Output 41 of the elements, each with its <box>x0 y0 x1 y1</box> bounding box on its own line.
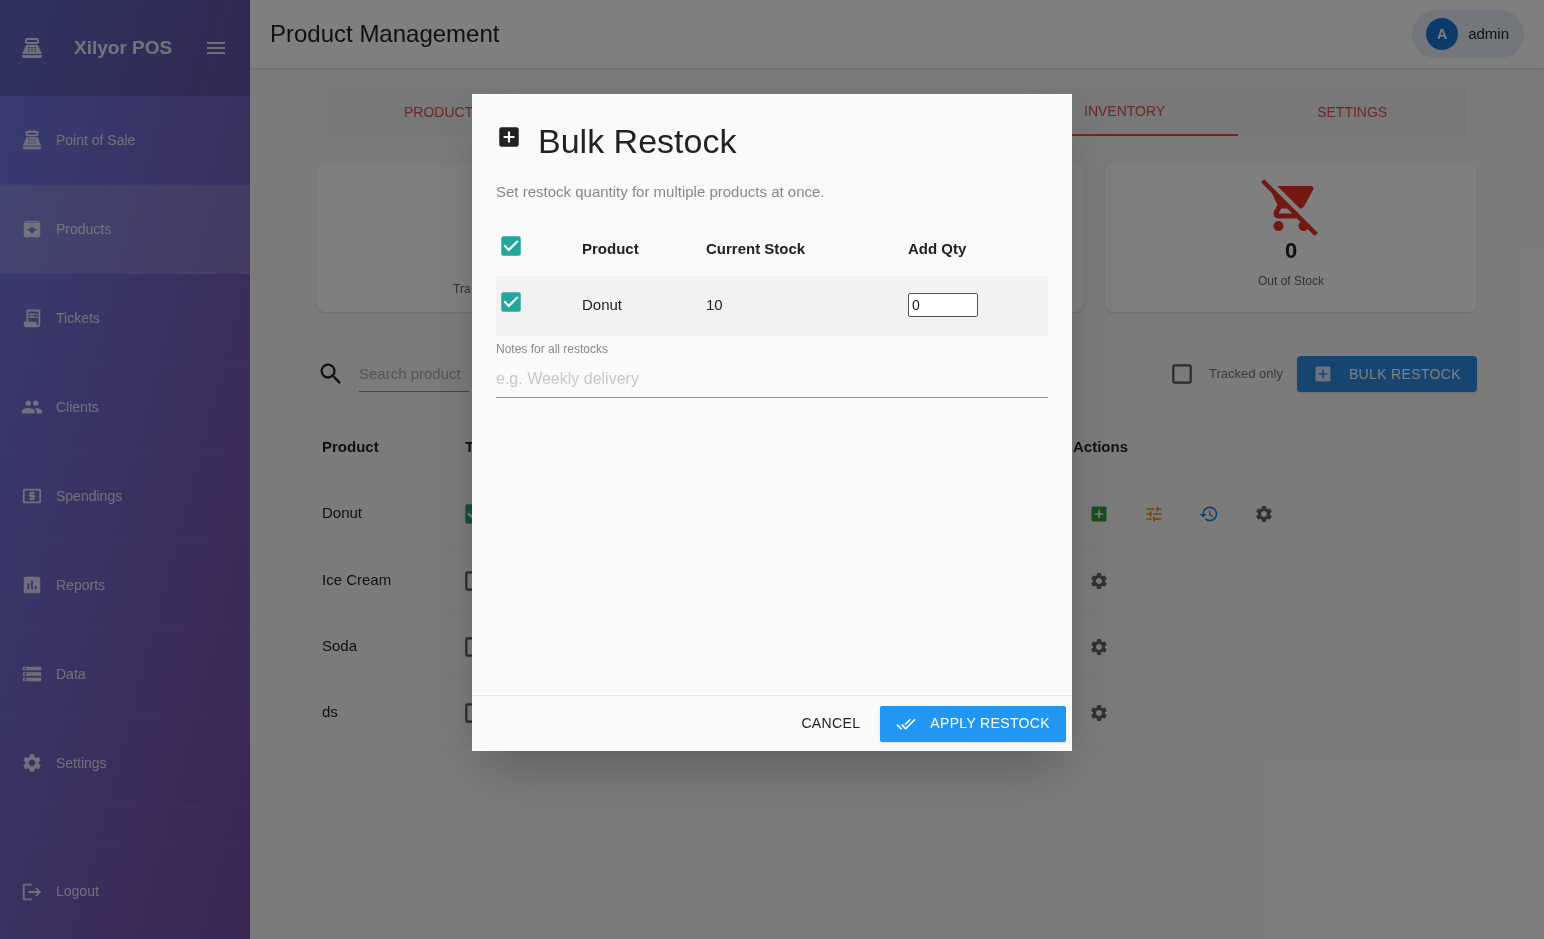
checkbox-label: Tracked only <box>1208 365 1283 384</box>
table-cell-text: Donut <box>322 503 364 524</box>
dialog-subtitle: Set restock quantity for multiple products at once. <box>495 182 826 202</box>
stat-label: Tra <box>453 281 471 298</box>
column-header: Product <box>322 436 380 457</box>
column-header: Current Stock <box>706 239 807 260</box>
receipt-icon <box>21 307 43 329</box>
column-header: Add Qty <box>908 239 967 260</box>
page-title: Product Management <box>270 19 500 49</box>
user-name: admin <box>1468 23 1509 44</box>
tab[interactable]: SETTINGS <box>1238 88 1466 136</box>
user-avatar: A <box>1426 18 1459 50</box>
stat-value: 0 <box>1284 240 1298 262</box>
column-header: Product <box>582 239 640 260</box>
table-cell-text: 10 <box>706 295 724 316</box>
stat-label: Out of Stock <box>1258 273 1324 290</box>
settings-icon <box>21 752 43 774</box>
table-cell-text: ds <box>322 702 339 723</box>
table-cell-text: Soda <box>322 636 359 657</box>
user-chip[interactable]: A admin <box>1412 10 1524 58</box>
bar-chart-icon <box>21 574 43 596</box>
settings-icon[interactable] <box>1089 702 1109 723</box>
bulk-restock-button[interactable]: BULK RESTOCK <box>1296 356 1477 392</box>
cash-register-icon <box>20 36 44 60</box>
archive-box-icon <box>21 218 43 240</box>
settings-icon[interactable] <box>1089 636 1109 657</box>
table-cell-text: Donut <box>582 295 624 316</box>
settings-icon[interactable] <box>1254 503 1274 524</box>
brand-name: Xilyor POS <box>74 35 173 60</box>
settings-icon[interactable] <box>1089 570 1109 591</box>
field-label: Notes for all restocks <box>496 340 610 358</box>
apply-restock-button[interactable]: APPLY RESTOCK <box>880 705 1066 742</box>
column-header: Actions <box>1073 436 1128 457</box>
dialog-title: Bulk Restock <box>538 121 737 162</box>
table-cell-text: Ice Cream <box>322 570 393 591</box>
quantity-field[interactable]: 0 <box>908 292 978 317</box>
cash-register-icon <box>21 129 43 151</box>
cancel-button[interactable]: CANCEL <box>791 705 871 742</box>
cart-crossed-icon <box>1261 176 1321 236</box>
sidebar-item[interactable]: Settings <box>0 719 250 808</box>
logout-item[interactable]: Logout <box>0 847 250 936</box>
